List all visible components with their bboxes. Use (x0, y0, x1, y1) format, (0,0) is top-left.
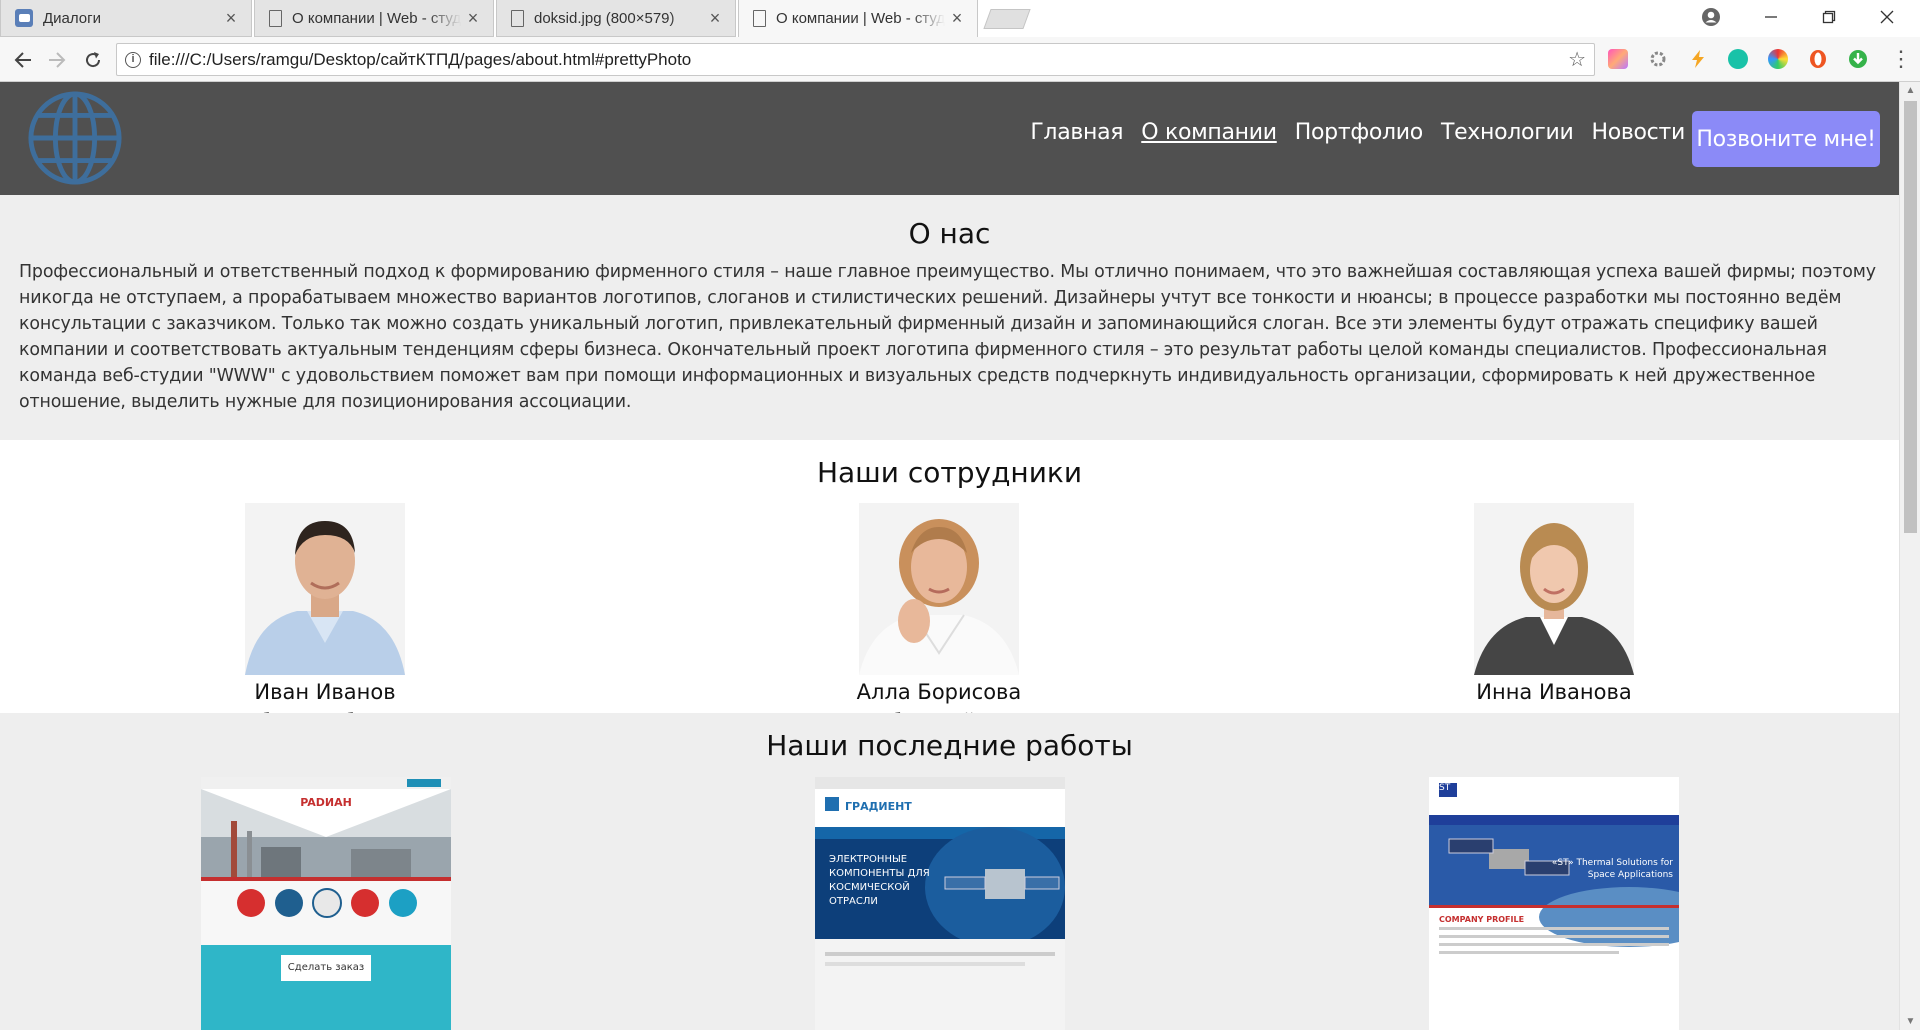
page-scrollbar[interactable]: ▲ ▼ (1899, 82, 1920, 1030)
call-me-button[interactable]: Позвоните мне! (1692, 111, 1880, 167)
tab-title: О компании | Web - студ (292, 9, 461, 27)
extension-gradient-icon[interactable] (1608, 49, 1628, 69)
tab-title: Диалоги (43, 9, 101, 27)
browser-tab-about-active[interactable]: О компании | Web - студ × (738, 0, 978, 37)
new-tab-button[interactable] (983, 9, 1031, 29)
tab-strip: Диалоги × О компании | Web - студ × doks… (0, 0, 1920, 37)
work-brand: PADИАН (300, 796, 352, 809)
employee-photo (245, 503, 405, 675)
portfolio-thumbnail-radian[interactable]: PADИАН Сделать заказ (201, 777, 451, 1030)
nav-link-home[interactable]: Главная (1030, 120, 1123, 145)
document-icon (753, 10, 766, 27)
works-title: Наши последние работы (766, 729, 1133, 762)
employee-name: Алла Борисова (856, 680, 1022, 704)
site-header: Главная О компании Портфолио Технологии … (0, 82, 1899, 195)
scrollbar-thumb[interactable] (1904, 101, 1917, 533)
nav-link-news[interactable]: Новости (1591, 120, 1685, 145)
employee-name: Инна Иванова (1476, 680, 1632, 704)
employee-name: Иван Иванов (254, 680, 396, 704)
about-section: О нас Профессиональный и ответственный п… (0, 195, 1899, 440)
about-text: Профессиональный и ответственный подход … (19, 262, 1876, 412)
info-icon[interactable]: i (125, 51, 141, 68)
extension-gear-icon[interactable] (1648, 49, 1668, 69)
extension-lightning-icon[interactable] (1688, 49, 1708, 69)
reload-icon[interactable] (78, 45, 108, 75)
url-text[interactable]: file:///C:/Users/ramgu/Desktop/сайтКТПД/… (149, 50, 691, 70)
close-window-icon[interactable] (1862, 0, 1912, 34)
extension-m-icon[interactable] (1728, 49, 1748, 69)
nav-link-about[interactable]: О компании (1141, 120, 1277, 145)
restore-icon[interactable] (1804, 0, 1854, 34)
close-icon[interactable]: × (703, 8, 727, 29)
team-section: Наши сотрудники Иван Иванов Веб-разработ… (0, 440, 1899, 734)
tab-title: doksid.jpg (800×579) (534, 9, 675, 27)
browser-tab-about-1[interactable]: О компании | Web - студ × (254, 0, 494, 37)
team-member: Иван Иванов Веб-разработчик (175, 503, 475, 737)
extension-opera-icon[interactable] (1808, 49, 1828, 69)
portfolio-thumbnail-gradient[interactable]: ГРАДИЕНТ ЭЛЕКТРОННЫЕ КОМПОНЕНТЫ ДЛЯ КОСМ… (815, 777, 1065, 1030)
document-icon (269, 9, 282, 27)
work-caption: ЭЛЕКТРОННЫЕ КОМПОНЕНТЫ ДЛЯ КОСМИЧЕСКОЙ О… (829, 854, 930, 907)
globe-logo-icon[interactable] (26, 89, 124, 187)
document-icon (511, 9, 524, 27)
portfolio-thumbnail-st[interactable]: ST «ST» Thermal Solutions for Space Appl… (1429, 777, 1679, 1030)
bookmark-star-icon[interactable]: ☆ (1568, 47, 1586, 72)
team-member: Инна Иванова Менеджер (1404, 503, 1704, 737)
tab-title: О компании | Web - студ (776, 10, 945, 27)
work-caption: Сделать заказ (287, 962, 365, 973)
work-brand: ГРАДИЕНТ (845, 800, 912, 813)
minimize-icon[interactable] (1746, 0, 1796, 34)
work-brand: ST (1439, 783, 1451, 793)
works-section: Наши последние работы PADИАН Сделать зак… (0, 713, 1899, 1030)
close-icon[interactable]: × (461, 8, 485, 29)
close-icon[interactable]: × (219, 8, 243, 29)
about-title: О нас (908, 217, 991, 250)
scroll-down-arrow-icon[interactable]: ▼ (1900, 1013, 1920, 1030)
extension-color-picker-icon[interactable] (1768, 49, 1788, 69)
nav-link-technologies[interactable]: Технологии (1441, 120, 1574, 145)
address-bar[interactable]: i file:///C:/Users/ramgu/Desktop/сайтКТП… (116, 43, 1595, 76)
work-subtitle: COMPANY PROFILE (1439, 915, 1525, 924)
back-icon[interactable] (8, 45, 38, 75)
nav-link-portfolio[interactable]: Портфолио (1295, 120, 1423, 145)
main-nav: Главная О компании Портфолио Технологии … (1030, 120, 1685, 145)
forward-icon[interactable] (42, 45, 72, 75)
scroll-up-arrow-icon[interactable]: ▲ (1900, 82, 1920, 99)
page-viewport: Главная О компании Портфолио Технологии … (0, 82, 1899, 1030)
browser-tab-image[interactable]: doksid.jpg (800×579) × (496, 0, 736, 37)
work-caption: «ST» Thermal Solutions for Space Applica… (1551, 858, 1673, 880)
profile-icon[interactable] (1686, 0, 1736, 34)
chat-icon (15, 9, 33, 27)
team-title: Наши сотрудники (816, 456, 1083, 489)
employee-photo (859, 503, 1019, 675)
menu-kebab-icon[interactable]: ⋮ (1890, 45, 1912, 75)
team-member: Алла Борисова Веб-дизайнер (789, 503, 1089, 737)
extension-download-icon[interactable] (1848, 49, 1868, 69)
employee-photo (1474, 503, 1634, 675)
close-icon[interactable]: × (945, 8, 969, 29)
browser-tab-dialogs[interactable]: Диалоги × (0, 0, 252, 37)
browser-toolbar: i file:///C:/Users/ramgu/Desktop/сайтКТП… (0, 37, 1920, 82)
